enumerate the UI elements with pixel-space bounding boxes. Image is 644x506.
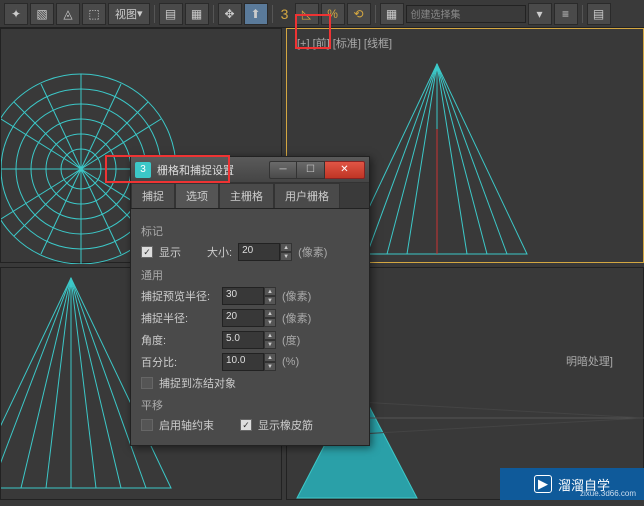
tool-icon[interactable]: ◬	[56, 3, 80, 25]
tool-icon[interactable]: ▾	[528, 3, 552, 25]
snap-number: 3	[277, 3, 293, 25]
snap-frozen-label: 捕捉到冻结对象	[159, 375, 236, 391]
tool-icon[interactable]: ▧	[30, 3, 54, 25]
snap-radius-label: 捕捉半径:	[141, 310, 216, 326]
rubber-band-label: 显示橡皮筋	[258, 417, 313, 433]
tool-icon[interactable]: ▤	[159, 3, 183, 25]
size-unit: (像素)	[298, 244, 327, 260]
tool-active-icon[interactable]: ⬆	[244, 3, 268, 25]
use-axis-checkbox[interactable]	[141, 419, 153, 431]
selection-set-dropdown[interactable]: 创建选择集	[406, 5, 526, 23]
tool-icon[interactable]: ⬚	[82, 3, 106, 25]
move-icon[interactable]: ✥	[218, 3, 242, 25]
view-dropdown[interactable]: 视图 ▾	[108, 3, 150, 25]
size-label: 大小:	[207, 244, 232, 260]
snap-frozen-checkbox[interactable]	[141, 377, 153, 389]
close-button[interactable]: ✕	[325, 161, 365, 179]
tab-user-grid[interactable]: 用户栅格	[274, 183, 340, 208]
display-checkbox[interactable]: ✓	[141, 246, 153, 258]
tab-snap[interactable]: 捕捉	[131, 183, 175, 208]
percent-spinner[interactable]: 10.0 ▲▼	[222, 353, 276, 371]
angle-spinner[interactable]: 5.0 ▲▼	[222, 331, 276, 349]
minimize-button[interactable]: ─	[269, 161, 297, 179]
percent-label: 百分比:	[141, 354, 216, 370]
dialog-tabs: 捕捉 选项 主栅格 用户栅格	[131, 183, 369, 209]
dialog-title: 栅格和捕捉设置	[157, 162, 269, 178]
tab-options[interactable]: 选项	[175, 183, 219, 208]
angle-label: 角度:	[141, 332, 216, 348]
preview-radius-spinner[interactable]: 30 ▲▼	[222, 287, 276, 305]
angle-snap-icon[interactable]: ⟲	[347, 3, 371, 25]
size-spinner[interactable]: 20 ▲▼	[238, 243, 292, 261]
viewport-label: 明暗处理]	[566, 353, 613, 369]
tool-icon[interactable]: ▦	[380, 3, 404, 25]
main-toolbar: ✦ ▧ ◬ ⬚ 视图 ▾ ▤ ▦ ✥ ⬆ 3 ◺ % ⟲ ▦ 创建选择集 ▾ ≡…	[0, 0, 644, 28]
dialog-titlebar[interactable]: 3 栅格和捕捉设置 ─ ☐ ✕	[131, 157, 369, 183]
display-label: 显示	[159, 244, 181, 260]
play-icon: ▶	[534, 475, 552, 493]
percent-snap-icon[interactable]: %	[321, 3, 345, 25]
general-group-label: 通用	[141, 267, 359, 283]
snap-radius-spinner[interactable]: 20 ▲▼	[222, 309, 276, 327]
preview-radius-label: 捕捉预览半径:	[141, 288, 216, 304]
tool-icon[interactable]: ≡	[554, 3, 578, 25]
tool-icon[interactable]: ▤	[587, 3, 611, 25]
use-axis-label: 启用轴约束	[159, 417, 214, 433]
maximize-button[interactable]: ☐	[297, 161, 325, 179]
app-icon: 3	[135, 162, 151, 178]
snap-toggle-icon[interactable]: ◺	[295, 3, 319, 25]
watermark: ▶ 溜溜自学 zixue.3d66.com	[500, 468, 644, 500]
grid-snap-settings-dialog: 3 栅格和捕捉设置 ─ ☐ ✕ 捕捉 选项 主栅格 用户栅格 标记 ✓ 显示 大…	[130, 156, 370, 446]
tab-main-grid[interactable]: 主栅格	[219, 183, 274, 208]
viewport-label[interactable]: [+] [前] [标准] [线框]	[297, 35, 392, 51]
tool-icon[interactable]: ▦	[185, 3, 209, 25]
translation-group-label: 平移	[141, 397, 359, 413]
marker-group-label: 标记	[141, 223, 359, 239]
options-panel: 标记 ✓ 显示 大小: 20 ▲▼ (像素) 通用 捕捉预览半径: 30 ▲▼ …	[131, 209, 369, 445]
rubber-band-checkbox[interactable]: ✓	[240, 419, 252, 431]
tool-icon[interactable]: ✦	[4, 3, 28, 25]
